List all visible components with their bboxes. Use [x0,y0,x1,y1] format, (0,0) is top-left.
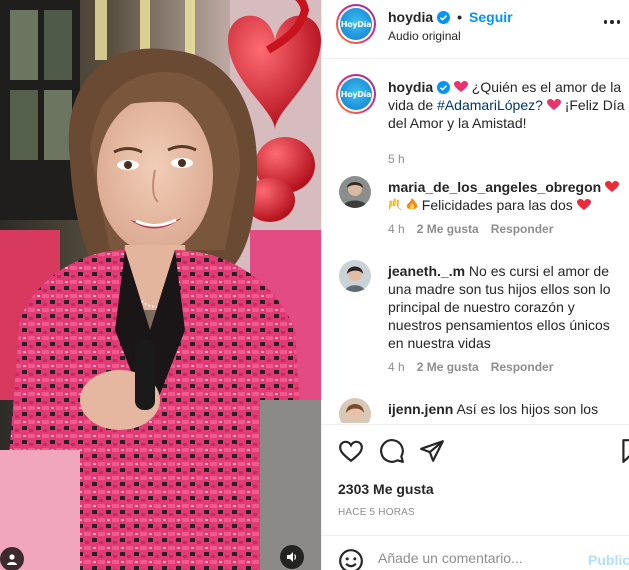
heart-emoji-icon [546,99,561,110]
comment-username[interactable]: jeaneth._.m [388,263,465,279]
caption-hashtag[interactable]: #AdamariLópez? [437,97,543,113]
fire-emoji-icon [406,198,418,210]
audio-toggle-button[interactable] [280,545,304,569]
heart-emoji-icon [453,81,468,92]
author-avatar[interactable]: HoyDía [336,4,376,44]
caption-username[interactable]: hoydia [388,79,433,95]
add-comment-bar: Publicar [322,535,629,570]
comments-list[interactable]: HoyDía hoydia ¿Quién es el amor de la vi… [322,60,629,423]
commenter-avatar[interactable] [339,176,371,208]
caption-time: 5 h [388,152,405,166]
comment-likes[interactable]: 2 Me gusta [417,222,479,236]
comment-time: 4 h [388,360,405,374]
bookmark-icon[interactable] [618,438,629,464]
more-dot-icon [616,20,621,24]
comment-username[interactable]: maria_de_los_angeles_obregon [388,179,601,195]
speaker-icon [287,552,297,562]
more-dot-icon [610,20,614,24]
comment-input[interactable] [378,550,578,566]
user-icon [7,554,17,565]
heart-icon[interactable] [338,438,364,464]
caption-text: hoydia ¿Quién es el amor de la vida de #… [388,78,628,132]
comment-icon[interactable] [379,438,405,464]
reply-button[interactable]: Responder [491,222,554,236]
comment-meta: 4 h 2 Me gusta Responder [388,360,553,374]
reply-button[interactable]: Responder [491,360,554,374]
comment-username[interactable]: ijenn.jenn [388,401,453,417]
more-dot-icon [603,20,608,24]
more-options-button[interactable] [600,10,624,34]
heart-emoji-icon [605,181,620,192]
comment-body: Así es los hijos son los [456,401,599,417]
caption-avatar[interactable]: HoyDía [336,74,376,114]
emoji-icon[interactable] [338,548,364,570]
comment-text: jeaneth._.m No es cursi el amor de una m… [388,262,628,352]
publish-comment-button[interactable]: Publicar [588,552,629,568]
comment-time: 4 h [388,222,405,236]
post-actions: 2303 Me gusta HACE 5 HORAS [322,424,629,552]
author-username[interactable]: hoydia [388,9,433,25]
hoydia-logo: HoyDía [340,8,372,40]
comment-likes[interactable]: 2 Me gusta [417,360,479,374]
comment-text: maria_de_los_angeles_obregon Felicidades… [388,178,628,214]
comment-text: ijenn.jenn Así es los hijos son los [388,400,628,418]
raised-hands-emoji-icon [388,198,402,211]
caption-meta: 5 h [388,152,405,166]
heart-emoji-icon [576,199,591,210]
post-time-ago: HACE 5 HORAS [338,507,415,518]
video-frame [0,0,321,570]
comment-meta: 4 h 2 Me gusta Responder [388,222,553,236]
audio-link[interactable]: Audio original [388,29,461,43]
share-icon[interactable] [419,438,445,464]
post-header: HoyDía hoydia • Seguir Audio original [322,0,629,59]
commenter-avatar[interactable] [339,260,371,292]
commenter-avatar[interactable] [339,398,371,423]
verified-icon [437,81,451,94]
tagged-users-button[interactable] [0,547,24,570]
hoydia-logo: HoyDía [340,78,372,110]
separator-dot: • [457,9,463,25]
post-media[interactable] [0,0,321,570]
post-side-panel: HoyDía hoydia • Seguir Audio original Ho… [321,0,629,570]
comment-text-tail: Felicidades para las dos [421,197,573,213]
follow-button[interactable]: Seguir [469,9,513,25]
likes-count[interactable]: 2303 Me gusta [338,481,434,497]
verified-icon [437,10,451,24]
